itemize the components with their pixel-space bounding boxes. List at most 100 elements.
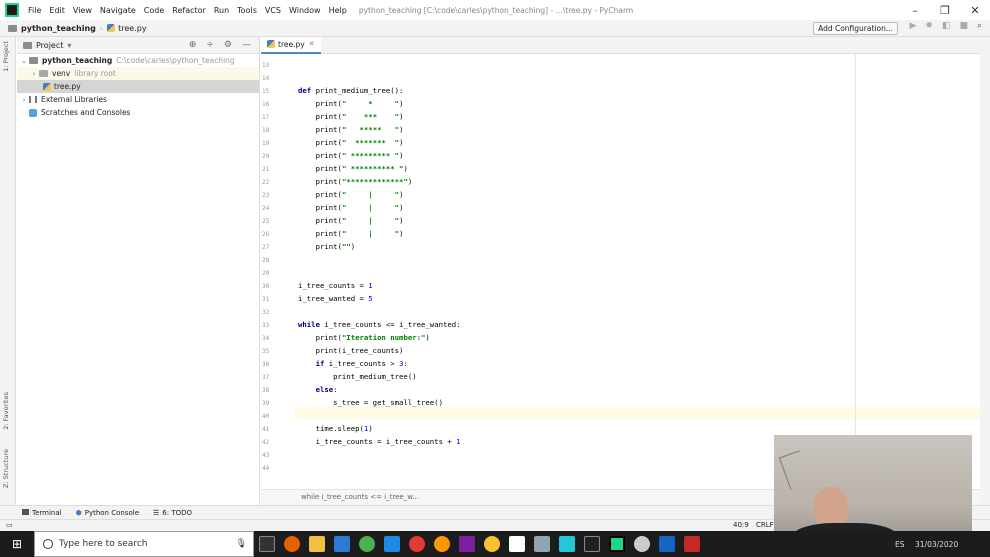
tree-item-project-root[interactable]: ⌄ python_teaching C:\code\carles\python_… — [17, 54, 259, 67]
code-line[interactable]: print("") — [298, 242, 356, 251]
chevron-down-icon[interactable]: ▾ — [67, 41, 71, 50]
tab-favorites[interactable]: 2: Favorites — [2, 392, 10, 430]
pycharm-taskbar-icon[interactable] — [608, 536, 625, 552]
code-line[interactable]: if i_tree_counts > 3: — [298, 359, 408, 368]
code-line[interactable]: print(" | ") — [298, 203, 404, 212]
breadcrumb-project[interactable]: python_teaching — [21, 24, 96, 33]
app-icon[interactable] — [683, 536, 700, 552]
task-view-icon[interactable] — [258, 536, 275, 552]
terminal-app-icon[interactable] — [583, 536, 600, 552]
menu-tools[interactable]: Tools — [233, 6, 261, 15]
app-icon[interactable] — [433, 536, 450, 552]
clock-date[interactable]: 31/03/2020 — [915, 540, 958, 549]
menu-refactor[interactable]: Refactor — [168, 6, 210, 15]
menu-navigate[interactable]: Navigate — [96, 6, 140, 15]
tree-item-external-libraries[interactable]: › External Libraries — [17, 93, 259, 106]
code-line[interactable]: i_tree_wanted = 5 — [298, 294, 373, 303]
code-line[interactable]: def print_medium_tree(): — [298, 86, 403, 95]
minimize-icon[interactable]: – — [900, 0, 930, 20]
app-icon[interactable] — [383, 536, 400, 552]
tool-tab-terminal[interactable]: Terminal — [22, 508, 62, 517]
tab-project[interactable]: 1: Project — [2, 41, 10, 72]
app-icon[interactable] — [508, 536, 525, 552]
code-line[interactable]: print(" | ") — [298, 216, 404, 225]
tree-item-scratches[interactable]: Scratches and Consoles — [17, 106, 259, 119]
app-icon[interactable] — [658, 536, 675, 552]
app-icon[interactable] — [408, 536, 425, 552]
chevron-right-icon[interactable]: › — [19, 96, 29, 104]
collapse-icon[interactable]: ÷ — [206, 40, 214, 50]
tree-item-venv[interactable]: › venv library root — [17, 67, 259, 80]
breadcrumb-file[interactable]: tree.py — [118, 24, 146, 33]
code-line[interactable]: i_tree_counts = 1 — [298, 281, 373, 290]
code-line[interactable]: print(i_tree_counts) — [298, 346, 404, 355]
caret-position[interactable]: 40:9 — [733, 521, 749, 529]
code-line[interactable]: print_medium_tree() — [298, 372, 416, 381]
locate-icon[interactable]: ⊕ — [189, 40, 197, 50]
gear-icon[interactable]: ⚙ — [224, 40, 232, 50]
menu-help[interactable]: Help — [325, 6, 351, 15]
code-line[interactable]: print(" ******* ") — [298, 138, 404, 147]
line-separator[interactable]: CRLF — [756, 521, 774, 529]
coverage-icon[interactable]: ◧ — [942, 21, 951, 31]
editor-tab-bar: tree.py ✕ — [261, 36, 990, 54]
firefox-icon[interactable] — [283, 536, 300, 552]
line-number: 34 — [262, 335, 270, 342]
line-number: 35 — [262, 348, 270, 355]
tool-tab-todo[interactable]: ☰ 6: TODO — [153, 509, 192, 517]
menu-edit[interactable]: Edit — [45, 6, 69, 15]
code-line[interactable]: print("Iteration number:") — [298, 333, 430, 342]
chevron-right-icon[interactable]: › — [29, 70, 39, 78]
code-line[interactable]: i_tree_counts = i_tree_counts + 1 — [298, 437, 461, 446]
debug-icon[interactable]: ✹ — [925, 21, 933, 31]
terminal-icon — [22, 508, 29, 515]
menu-vcs[interactable]: VCS — [261, 6, 285, 15]
code-line[interactable]: print(" | ") — [298, 229, 404, 238]
settings-icon[interactable] — [633, 536, 650, 552]
chrome-icon[interactable] — [358, 536, 375, 552]
tab-structure[interactable]: Z: Structure — [2, 449, 10, 488]
hide-icon[interactable]: — — [242, 40, 251, 50]
maximize-icon[interactable]: ❐ — [930, 0, 960, 20]
code-line[interactable]: print(" ********* ") — [298, 151, 404, 160]
tree-item-tree-py[interactable]: tree.py — [17, 80, 259, 93]
code-line[interactable]: print(" * ") — [298, 99, 404, 108]
add-configuration-button[interactable]: Add Configuration... — [813, 22, 898, 35]
code-line[interactable]: print(" ***** ") — [298, 125, 404, 134]
menu-file[interactable]: File — [24, 6, 45, 15]
code-line[interactable]: time.sleep(1) — [298, 424, 373, 433]
code-line[interactable]: else: — [298, 385, 338, 394]
layout-icon[interactable]: ▭ — [6, 521, 13, 529]
windows-start-icon[interactable]: ⊞ — [0, 531, 34, 557]
code-line[interactable]: print(" *** ") — [298, 112, 404, 121]
file-explorer-icon[interactable] — [308, 536, 325, 552]
close-tab-icon[interactable]: ✕ — [309, 40, 315, 48]
code-line[interactable]: while i_tree_counts <= i_tree_wanted: — [298, 320, 461, 329]
taskbar-search[interactable]: Type here to search 🎙 — [34, 531, 254, 557]
menu-view[interactable]: View — [69, 6, 96, 15]
menu-run[interactable]: Run — [210, 6, 233, 15]
code-line[interactable]: print("*************") — [298, 177, 413, 186]
chevron-down-icon[interactable]: ⌄ — [19, 57, 29, 65]
tab-tree-py[interactable]: tree.py ✕ — [261, 36, 321, 54]
menu-code[interactable]: Code — [140, 6, 168, 15]
line-number: 32 — [262, 309, 270, 316]
search-everywhere-icon[interactable]: ⌕ — [977, 21, 982, 31]
python-file-icon — [43, 82, 51, 91]
code-line[interactable]: s_tree = get_small_tree() — [298, 398, 443, 407]
app-icon[interactable] — [533, 536, 550, 552]
app-icon[interactable] — [558, 536, 575, 552]
close-icon[interactable]: ✕ — [960, 0, 990, 20]
stop-icon[interactable]: ■ — [959, 21, 968, 31]
store-icon[interactable] — [333, 536, 350, 552]
lightbulb-icon[interactable] — [483, 536, 500, 552]
run-icon[interactable]: ▶ — [909, 21, 916, 31]
tool-tab-python-console[interactable]: ⬢ Python Console — [76, 509, 139, 517]
onenote-icon[interactable] — [458, 536, 475, 552]
microphone-icon[interactable]: 🎙 — [236, 539, 247, 549]
project-panel-title[interactable]: Project — [36, 41, 63, 50]
menu-window[interactable]: Window — [285, 6, 325, 15]
language-indicator[interactable]: ES — [895, 540, 905, 549]
code-line[interactable]: print(" ********** ") — [298, 164, 408, 173]
code-line[interactable]: print(" | ") — [298, 190, 404, 199]
